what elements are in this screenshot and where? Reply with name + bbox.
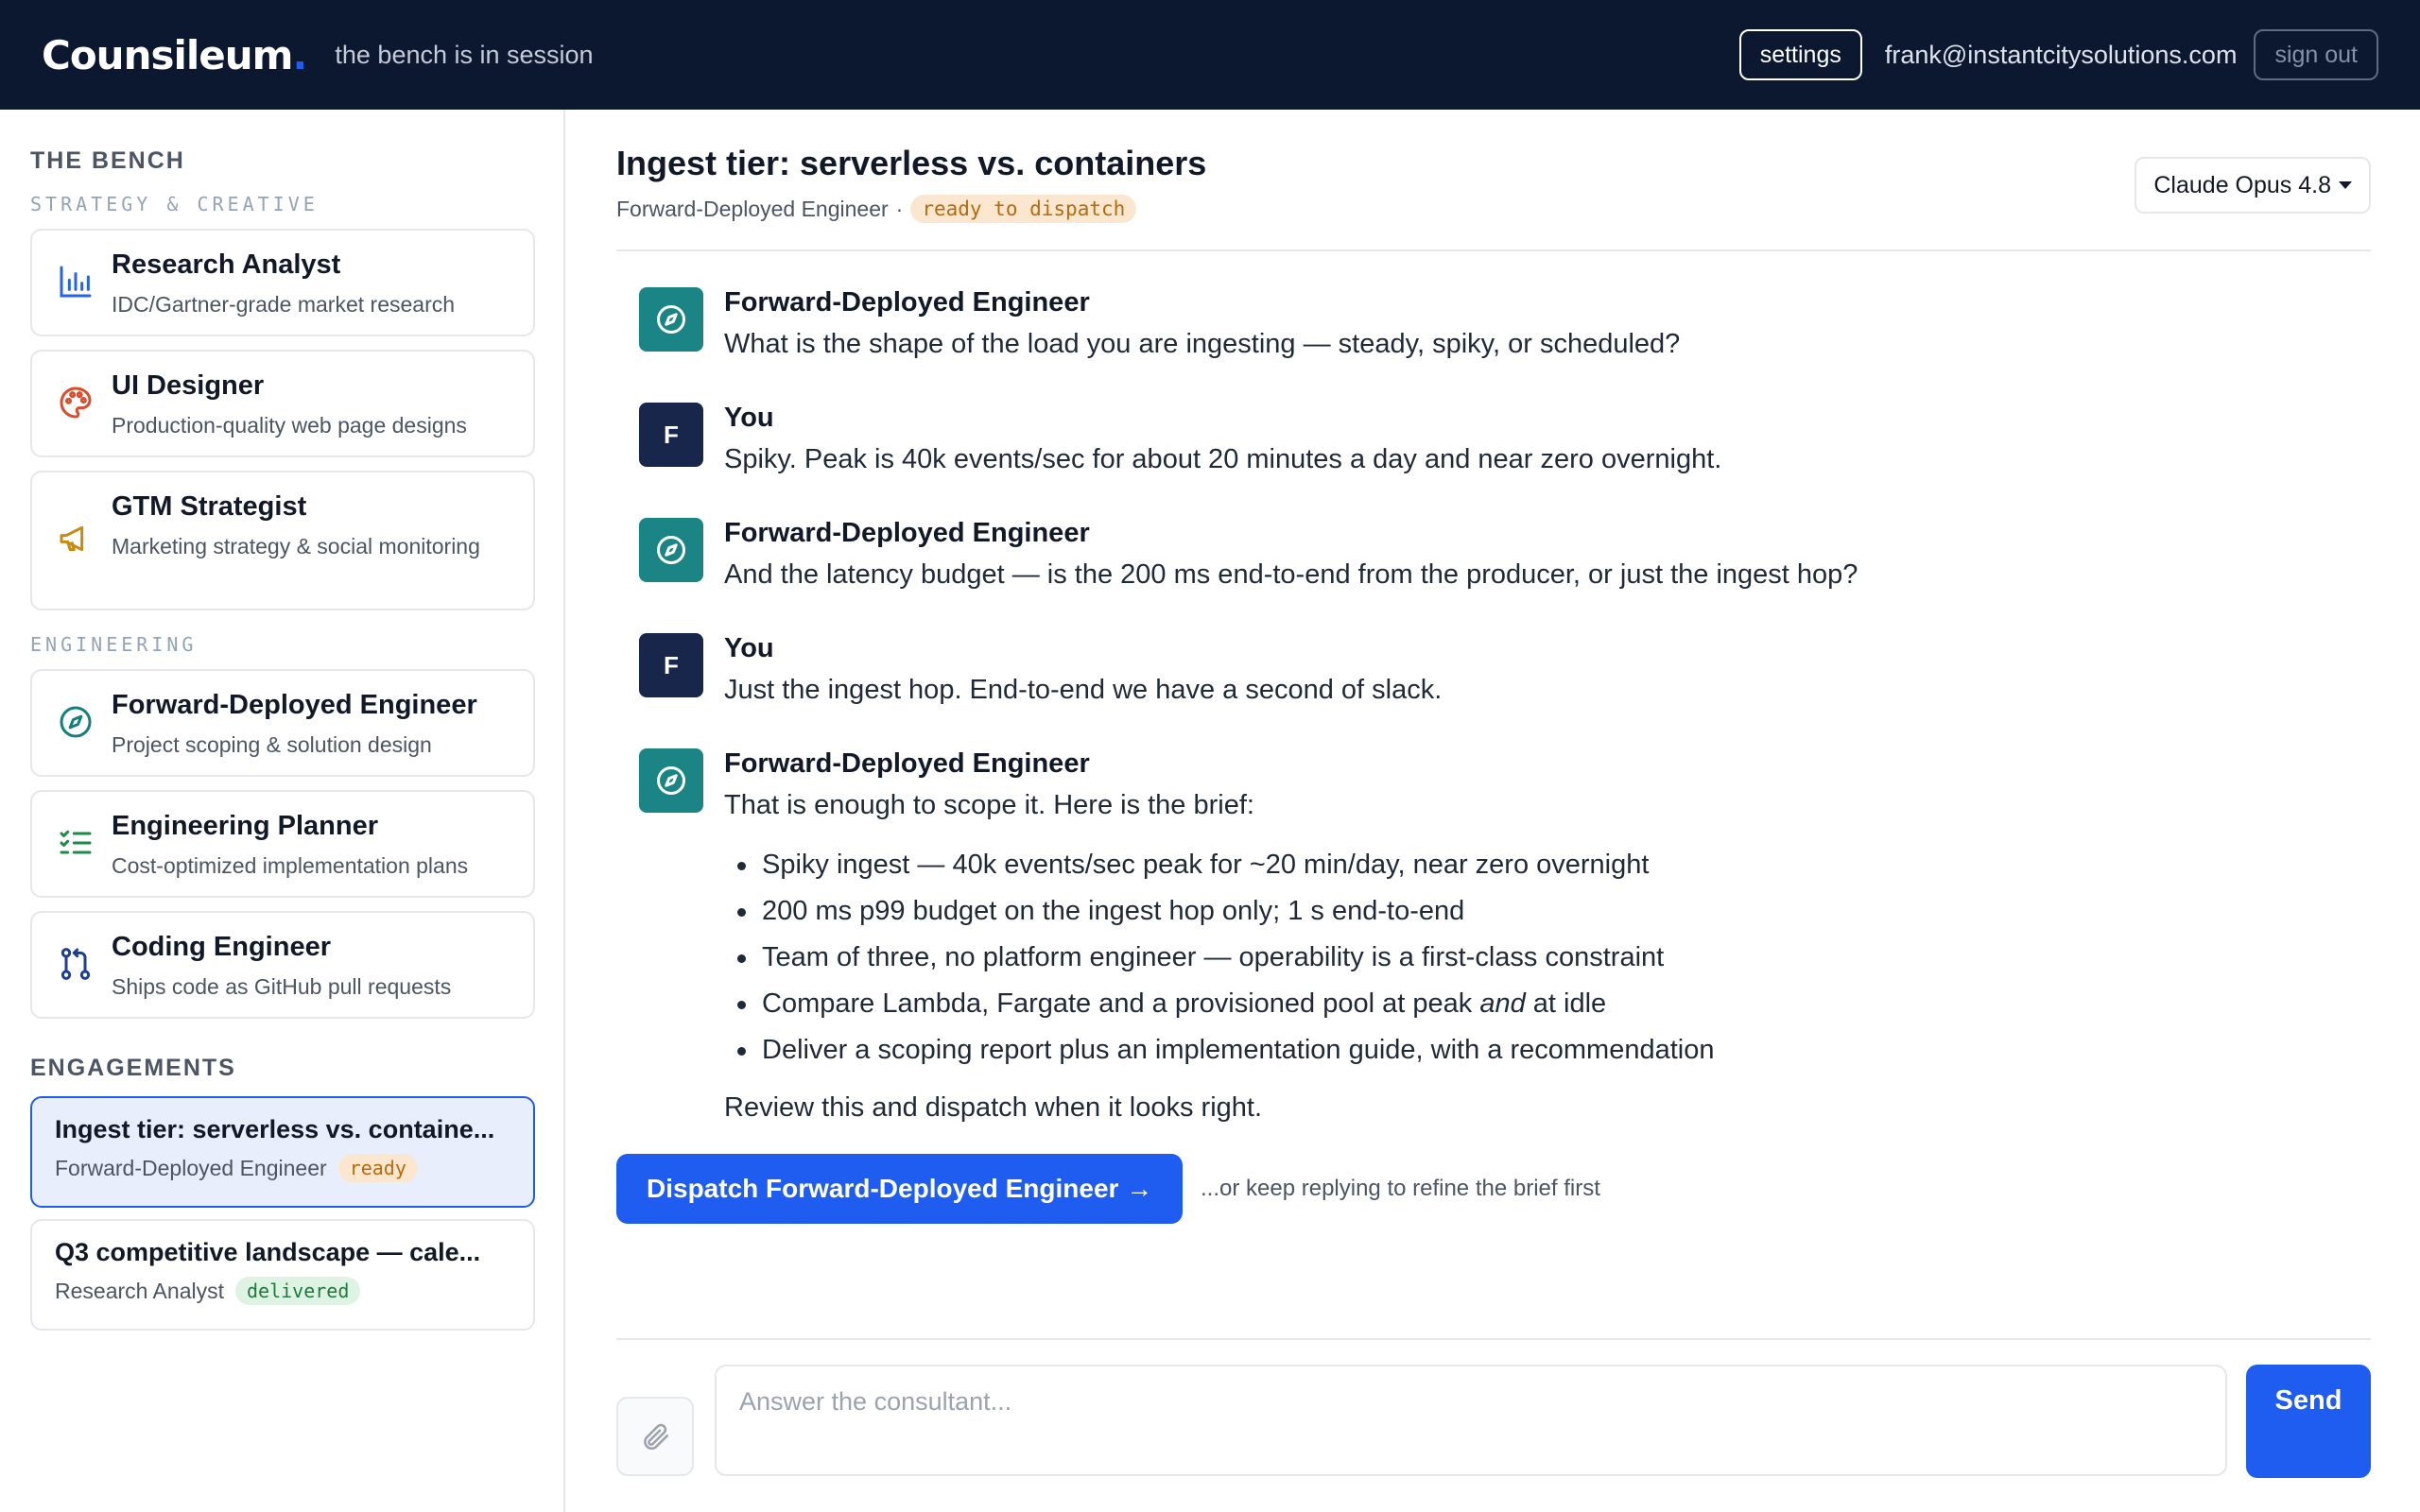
- status-badge: ready: [337, 1154, 418, 1182]
- conversation-meta: Forward-Deployed Engineer · ready to dis…: [616, 195, 1137, 223]
- consultant-desc: Marketing strategy & social monitoring: [112, 534, 480, 558]
- megaphone-icon: [60, 525, 84, 552]
- meta-separator: ·: [895, 196, 904, 221]
- consultant-card-coding-engineer[interactable]: Coding Engineer Ships code as GitHub pul…: [30, 911, 535, 1019]
- list-item: Team of three, no platform engineer — op…: [724, 939, 1714, 986]
- app-tagline: the bench is in session: [335, 40, 594, 69]
- top-bar: Counsileum. the bench is in session sett…: [0, 0, 2420, 110]
- group-label-strategy: STRATEGY & CREATIVE: [30, 193, 319, 215]
- message-author: Forward-Deployed Engineer: [724, 748, 1090, 779]
- consultant-card-gtm-strategist[interactable]: GTM Strategist Marketing strategy & soci…: [30, 471, 535, 610]
- consultant-name: Coding Engineer: [112, 932, 331, 962]
- list-item: Deliver a scoping report plus an impleme…: [724, 1032, 1714, 1078]
- consultant-name: Engineering Planner: [112, 811, 378, 841]
- paperclip-icon: [644, 1423, 669, 1451]
- engagements-title: ENGAGEMENTS: [30, 1055, 236, 1081]
- model-select-value: Claude Opus 4.8: [2153, 171, 2331, 198]
- settings-button[interactable]: settings: [1738, 29, 1862, 80]
- app-logo[interactable]: Counsileum.: [42, 32, 307, 78]
- reply-input[interactable]: [715, 1365, 2227, 1476]
- consultant-desc: Ships code as GitHub pull requests: [112, 974, 452, 999]
- git-pull-request-icon: [60, 948, 91, 980]
- dispatch-hint: ...or keep replying to refine the brief …: [1201, 1176, 1600, 1201]
- engagement-title: Q3 competitive landscape — cale...: [55, 1238, 481, 1266]
- conversation-consultant: Forward-Deployed Engineer: [616, 196, 889, 221]
- consultant-name: Forward-Deployed Engineer: [112, 690, 477, 720]
- compass-icon: [657, 305, 685, 334]
- avatar: F: [639, 403, 703, 467]
- consultant-name: UI Designer: [112, 370, 265, 401]
- consultant-card-forward-deployed-engineer[interactable]: Forward-Deployed Engineer Project scopin…: [30, 669, 535, 777]
- page-title: Ingest tier: serverless vs. containers: [616, 144, 1207, 182]
- compass-icon: [60, 706, 92, 738]
- message-text: What is the shape of the load you are in…: [724, 329, 1681, 359]
- message-closing: Review this and dispatch when it looks r…: [724, 1092, 1263, 1123]
- consultant-desc: Cost-optimized implementation plans: [112, 853, 469, 878]
- message-author: Forward-Deployed Engineer: [724, 287, 1090, 318]
- compass-icon: [657, 536, 685, 564]
- avatar: F: [639, 633, 703, 697]
- account-area: settings frank@instantcitysolutions.com …: [1738, 29, 2378, 80]
- message-text: Spiky. Peak is 40k events/sec for about …: [724, 444, 1722, 474]
- sign-out-button[interactable]: sign out: [2254, 29, 2378, 80]
- consultant-desc: Production-quality web page designs: [112, 413, 467, 438]
- consultant-desc: Project scoping & solution design: [112, 732, 432, 757]
- message-text: Just the ingest hop. End-to-end we have …: [724, 675, 1443, 705]
- user-email: frank@instantcitysolutions.com: [1884, 40, 2238, 69]
- engagement-meta: Research Analyst delivered: [55, 1277, 510, 1305]
- bench-title: THE BENCH: [30, 147, 185, 174]
- caret-down-icon: [2339, 181, 2352, 189]
- status-badge: ready to dispatch: [910, 195, 1137, 223]
- model-select[interactable]: Claude Opus 4.8: [2135, 157, 2371, 214]
- avatar: [639, 287, 703, 352]
- engagement-item-active[interactable]: Ingest tier: serverless vs. containe... …: [30, 1096, 535, 1208]
- engagement-item[interactable]: Q3 competitive landscape — cale... Resea…: [30, 1219, 535, 1331]
- attach-button[interactable]: [616, 1397, 694, 1476]
- status-badge: delivered: [234, 1277, 361, 1305]
- sidebar: THE BENCH STRATEGY & CREATIVE Research A…: [0, 110, 565, 1512]
- consultant-card-engineering-planner[interactable]: Engineering Planner Cost-optimized imple…: [30, 790, 535, 898]
- list-item: 200 ms p99 budget on the ingest hop only…: [724, 893, 1714, 939]
- header-divider: [616, 249, 2371, 251]
- message-author: You: [724, 403, 774, 433]
- engagement-consultant: Research Analyst: [55, 1278, 224, 1303]
- consultant-name: Research Analyst: [112, 249, 341, 280]
- consultant-card-research-analyst[interactable]: Research Analyst IDC/Gartner-grade marke…: [30, 229, 535, 336]
- palette-icon: [60, 387, 92, 419]
- avatar: [639, 748, 703, 813]
- consultant-name: GTM Strategist: [112, 491, 307, 522]
- message-author: You: [724, 633, 774, 663]
- dispatch-button[interactable]: Dispatch Forward-Deployed Engineer →: [616, 1154, 1184, 1224]
- compass-icon: [657, 766, 685, 795]
- send-button[interactable]: Send: [2246, 1365, 2371, 1478]
- list-item: Compare Lambda, Fargate and a provisione…: [724, 986, 1714, 1032]
- consultant-desc: IDC/Gartner-grade market research: [112, 292, 456, 317]
- consultant-card-ui-designer[interactable]: UI Designer Production-quality web page …: [30, 350, 535, 457]
- list-item: Spiky ingest — 40k events/sec peak for ~…: [724, 847, 1714, 893]
- composer-divider: [616, 1338, 2371, 1340]
- message-text: That is enough to scope it. Here is the …: [724, 790, 1254, 820]
- message-text: And the latency budget — is the 200 ms e…: [724, 559, 1858, 590]
- checklist-icon: [60, 830, 92, 854]
- avatar: [639, 518, 703, 582]
- group-label-engineering: ENGINEERING: [30, 633, 198, 656]
- conversation-panel: Ingest tier: serverless vs. containers F…: [567, 110, 2420, 1512]
- bar-chart-icon: [60, 266, 92, 298]
- engagement-title: Ingest tier: serverless vs. containe...: [55, 1115, 495, 1143]
- message-author: Forward-Deployed Engineer: [724, 518, 1090, 548]
- engagement-meta: Forward-Deployed Engineer ready: [55, 1154, 510, 1182]
- engagement-consultant: Forward-Deployed Engineer: [55, 1155, 327, 1180]
- brief-list: Spiky ingest — 40k events/sec peak for ~…: [724, 847, 1714, 1078]
